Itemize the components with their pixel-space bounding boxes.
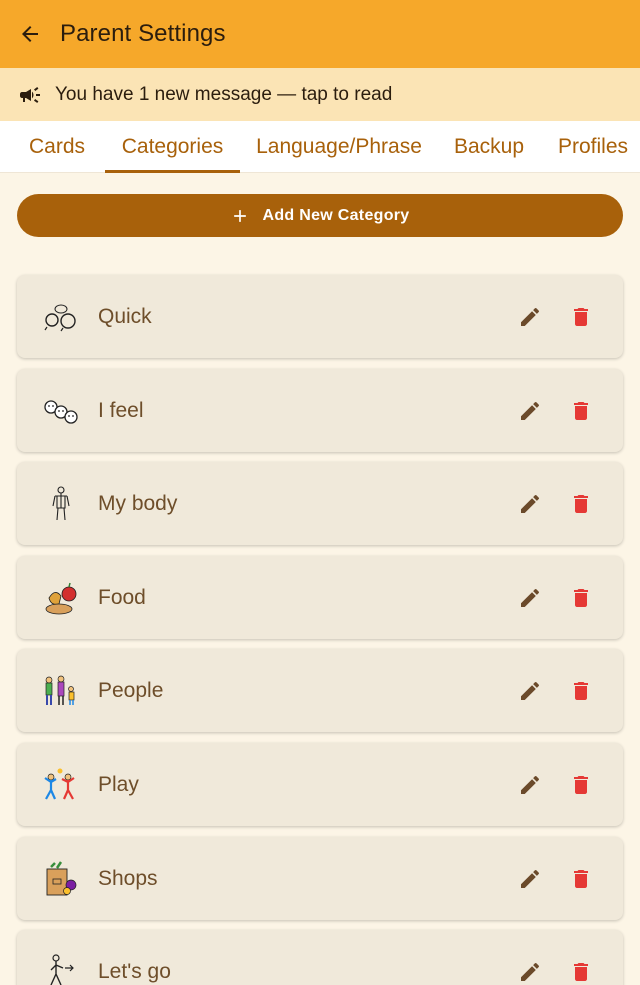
delete-button[interactable] [566,864,596,894]
faces-icon [41,391,81,431]
edit-button[interactable] [515,770,545,800]
body-icon [41,484,81,524]
pencil-icon [521,494,540,513]
delete-button[interactable] [566,583,596,613]
megaphone-icon [18,83,42,107]
delete-button[interactable] [566,396,596,426]
trash-icon [574,588,588,607]
app-bar: Parent Settings [0,0,640,68]
tab-profiles[interactable]: Profiles [548,121,640,173]
walking-person-icon [41,952,81,985]
trash-icon [574,869,588,888]
trash-icon [574,401,588,420]
category-item-quick[interactable]: Quick [17,275,623,358]
pencil-icon [521,307,540,326]
trash-icon [574,962,588,981]
pencil-icon [521,681,540,700]
category-item-people[interactable]: People [17,649,623,732]
tab-language-phrase[interactable]: Language/Phrase [248,121,430,173]
category-label: People [98,678,164,702]
page-title: Parent Settings [60,20,226,47]
category-label: Let's go [98,959,171,983]
edit-button[interactable] [515,864,545,894]
add-category-button[interactable]: Add New Category [17,194,623,237]
category-item-my-body[interactable]: My body [17,462,623,545]
delete-button[interactable] [566,770,596,800]
category-label: Food [98,585,146,609]
tab-categories[interactable]: Categories [105,121,240,173]
pencil-icon [521,588,540,607]
tab-cards[interactable]: Cards [14,121,100,173]
category-label: My body [98,491,178,515]
trash-icon [574,494,588,513]
tab-bar: Cards Categories Language/Phrase Backup … [0,121,640,173]
message-banner[interactable]: You have 1 new message — tap to read [0,68,640,121]
delete-button[interactable] [566,957,596,985]
banner-text: You have 1 new message — tap to read [55,83,393,105]
trash-icon [574,681,588,700]
category-label: Play [98,772,139,796]
add-category-label: Add New Category [262,206,410,224]
category-label: I feel [98,398,144,422]
edit-button[interactable] [515,489,545,519]
trash-icon [574,775,588,794]
edit-button[interactable] [515,396,545,426]
food-icon [41,578,81,618]
trash-icon [574,307,588,326]
delete-button[interactable] [566,676,596,706]
pencil-icon [521,401,540,420]
category-item-lets-go[interactable]: Let's go [17,930,623,985]
edit-button[interactable] [515,957,545,985]
category-label: Quick [98,304,152,328]
category-item-i-feel[interactable]: I feel [17,369,623,452]
category-label: Shops [98,866,158,890]
category-item-shops[interactable]: Shops [17,837,623,920]
pencil-icon [521,775,540,794]
delete-button[interactable] [566,302,596,332]
plus-icon [230,206,250,226]
back-button[interactable] [0,0,60,68]
speech-bubbles-icon [41,297,81,337]
people-icon [41,671,81,711]
pencil-icon [521,962,540,981]
edit-button[interactable] [515,676,545,706]
edit-button[interactable] [515,583,545,613]
tab-backup[interactable]: Backup [441,121,537,173]
edit-button[interactable] [515,302,545,332]
category-item-food[interactable]: Food [17,556,623,639]
pencil-icon [521,869,540,888]
arrow-left-icon [22,26,38,42]
shopping-bag-icon [41,859,81,899]
delete-button[interactable] [566,489,596,519]
play-icon [41,765,81,805]
category-item-play[interactable]: Play [17,743,623,826]
